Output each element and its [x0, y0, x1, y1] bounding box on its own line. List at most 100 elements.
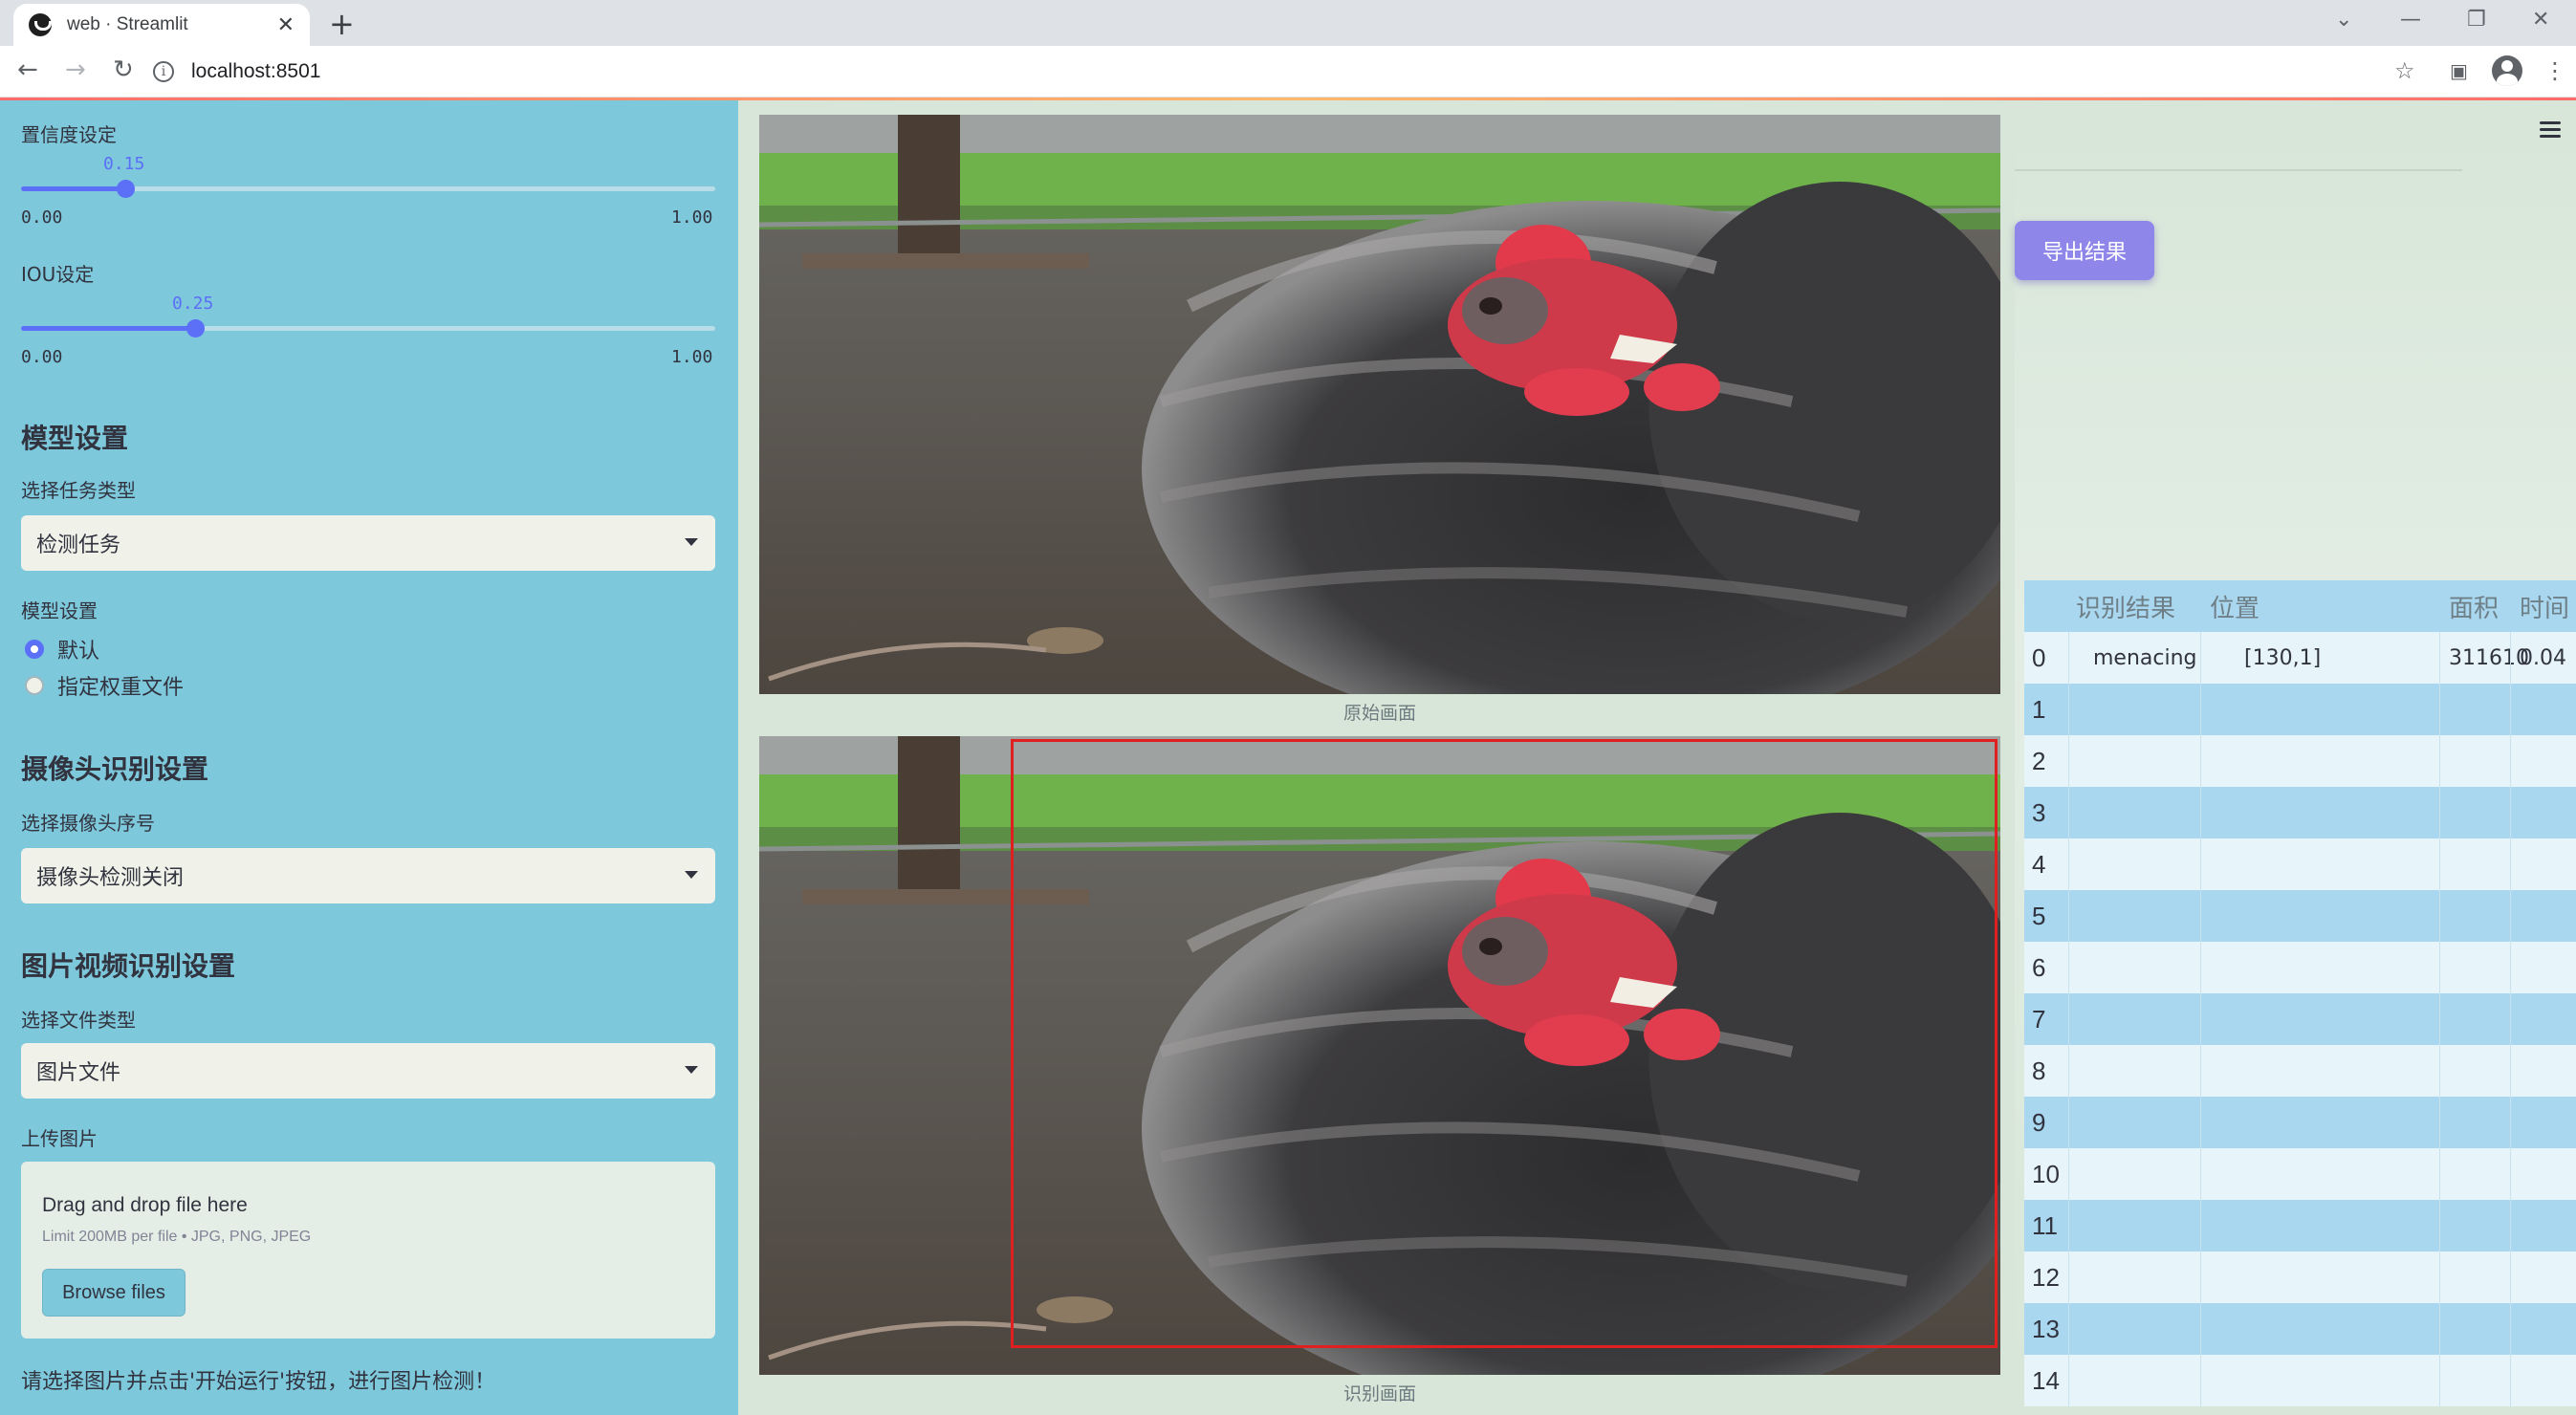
- column-separator: [2200, 1097, 2201, 1148]
- row-index: 0: [2032, 642, 2046, 672]
- table-row[interactable]: 1: [2024, 684, 2576, 735]
- url-text[interactable]: localhost:8501: [191, 60, 320, 83]
- table-row[interactable]: 5: [2024, 890, 2576, 942]
- confidence-slider-fill: [21, 186, 125, 191]
- confidence-max: 1.00: [671, 207, 713, 228]
- table-header: 识别结果 位置 面积 时间: [2024, 580, 2576, 632]
- file-type-value: 图片文件: [36, 1061, 121, 1085]
- reload-icon[interactable]: ↻: [113, 55, 134, 84]
- chevron-down-icon: [685, 538, 698, 546]
- original-image-caption: 原始画面: [1343, 703, 1416, 724]
- drop-limit: Limit 200MB per file • JPG, PNG, JPEG: [42, 1229, 312, 1245]
- detection-bounding-box: [1011, 739, 1997, 1348]
- column-separator: [2200, 1200, 2201, 1252]
- column-separator: [2200, 632, 2201, 684]
- table-row[interactable]: 12: [2024, 1252, 2576, 1303]
- profile-icon[interactable]: [2492, 55, 2522, 86]
- streamlit-favicon-icon: [29, 13, 52, 36]
- back-icon[interactable]: ←: [17, 55, 38, 84]
- info-icon[interactable]: i: [153, 61, 174, 82]
- column-separator: [2439, 1303, 2440, 1355]
- file-uploader-dropzone[interactable]: Drag and drop file here Limit 200MB per …: [21, 1162, 715, 1339]
- radio-default[interactable]: 默认: [25, 634, 99, 664]
- iou-slider-fill: [21, 326, 195, 331]
- column-separator: [2510, 838, 2511, 890]
- side-panel-icon[interactable]: ▣: [2450, 59, 2468, 82]
- export-results-button[interactable]: 导出结果: [2015, 221, 2154, 280]
- task-type-label: 选择任务类型: [21, 479, 136, 502]
- instruction-hint: 请选择图片并点击'开始运行'按钮，进行图片检测！: [21, 1370, 496, 1394]
- table-row[interactable]: 6: [2024, 942, 2576, 993]
- tab-close-icon[interactable]: ✕: [277, 13, 295, 37]
- column-separator: [2439, 684, 2440, 735]
- camera-index-select[interactable]: 摄像头检测关闭: [21, 848, 715, 903]
- table-row[interactable]: 8: [2024, 1045, 2576, 1097]
- hamburger-menu-icon[interactable]: [2540, 121, 2561, 142]
- original-image: [759, 115, 2000, 694]
- column-separator: [2510, 993, 2511, 1045]
- tab-search-chevron-icon[interactable]: ⌄: [2335, 8, 2352, 32]
- star-icon[interactable]: ☆: [2394, 57, 2415, 84]
- header-position[interactable]: 位置: [2210, 589, 2259, 624]
- header-area[interactable]: 面积: [2449, 589, 2499, 624]
- radio-custom-weights-indicator[interactable]: [25, 676, 44, 695]
- column-separator: [2200, 735, 2201, 787]
- forward-icon[interactable]: →: [65, 55, 86, 84]
- column-separator: [2439, 838, 2440, 890]
- browser-tab[interactable]: web · Streamlit ✕: [13, 4, 310, 46]
- table-row[interactable]: 11: [2024, 1200, 2576, 1252]
- task-type-select[interactable]: 检测任务: [21, 515, 715, 571]
- row-index: 8: [2032, 1056, 2046, 1085]
- table-row[interactable]: 10: [2024, 1148, 2576, 1200]
- column-separator: [2510, 1045, 2511, 1097]
- table-row[interactable]: 9: [2024, 1097, 2576, 1148]
- new-tab-button[interactable]: +: [329, 6, 355, 42]
- minimize-button[interactable]: —: [2400, 8, 2421, 32]
- task-type-value: 检测任务: [36, 533, 121, 557]
- table-row[interactable]: 4: [2024, 838, 2576, 890]
- confidence-slider-thumb[interactable]: [117, 180, 135, 198]
- tab-title: web · Streamlit: [67, 14, 188, 34]
- radio-default-indicator[interactable]: [25, 640, 44, 659]
- column-separator: [2068, 942, 2069, 993]
- table-row[interactable]: 13: [2024, 1303, 2576, 1355]
- table-row[interactable]: 2: [2024, 735, 2576, 787]
- iou-slider-thumb[interactable]: [186, 319, 205, 337]
- column-separator: [2200, 1252, 2201, 1303]
- restore-button[interactable]: ❐: [2467, 8, 2486, 32]
- row-index: 13: [2032, 1314, 2060, 1343]
- table-row[interactable]: 14: [2024, 1355, 2576, 1406]
- column-separator: [2200, 684, 2201, 735]
- column-separator: [2068, 1252, 2069, 1303]
- header-time[interactable]: 时间: [2520, 589, 2569, 624]
- drop-title: Drag and drop file here: [42, 1194, 248, 1216]
- address-bar[interactable]: i localhost:8501: [153, 52, 2410, 92]
- close-window-button[interactable]: ✕: [2532, 8, 2549, 32]
- header-result[interactable]: 识别结果: [2076, 589, 2175, 624]
- iou-label: IOU设定: [21, 263, 95, 286]
- column-separator: [2439, 735, 2440, 787]
- radio-custom-weights[interactable]: 指定权重文件: [25, 670, 184, 701]
- table-row[interactable]: 7: [2024, 993, 2576, 1045]
- column-separator: [2510, 1097, 2511, 1148]
- column-separator: [2068, 684, 2069, 735]
- browse-files-button[interactable]: Browse files: [42, 1269, 186, 1317]
- column-separator: [2200, 787, 2201, 838]
- confidence-slider[interactable]: [21, 180, 715, 198]
- column-separator: [2510, 1252, 2511, 1303]
- iou-slider[interactable]: [21, 319, 715, 337]
- table-row[interactable]: 0 menacing [130,1] 311610 0.04: [2024, 632, 2576, 684]
- column-separator: [2068, 1097, 2069, 1148]
- table-row[interactable]: 3: [2024, 787, 2576, 838]
- confidence-label: 置信度设定: [21, 123, 117, 146]
- menu-dots-icon[interactable]: ⋮: [2543, 57, 2566, 84]
- column-separator: [2510, 632, 2511, 684]
- column-separator: [2200, 1045, 2201, 1097]
- column-separator: [2068, 787, 2069, 838]
- model-settings-heading: 模型设置: [21, 423, 129, 454]
- row-index: 4: [2032, 849, 2046, 879]
- file-type-select[interactable]: 图片文件: [21, 1043, 715, 1099]
- column-separator: [2200, 1303, 2201, 1355]
- radio-default-label: 默认: [57, 640, 100, 664]
- row-index: 6: [2032, 952, 2046, 982]
